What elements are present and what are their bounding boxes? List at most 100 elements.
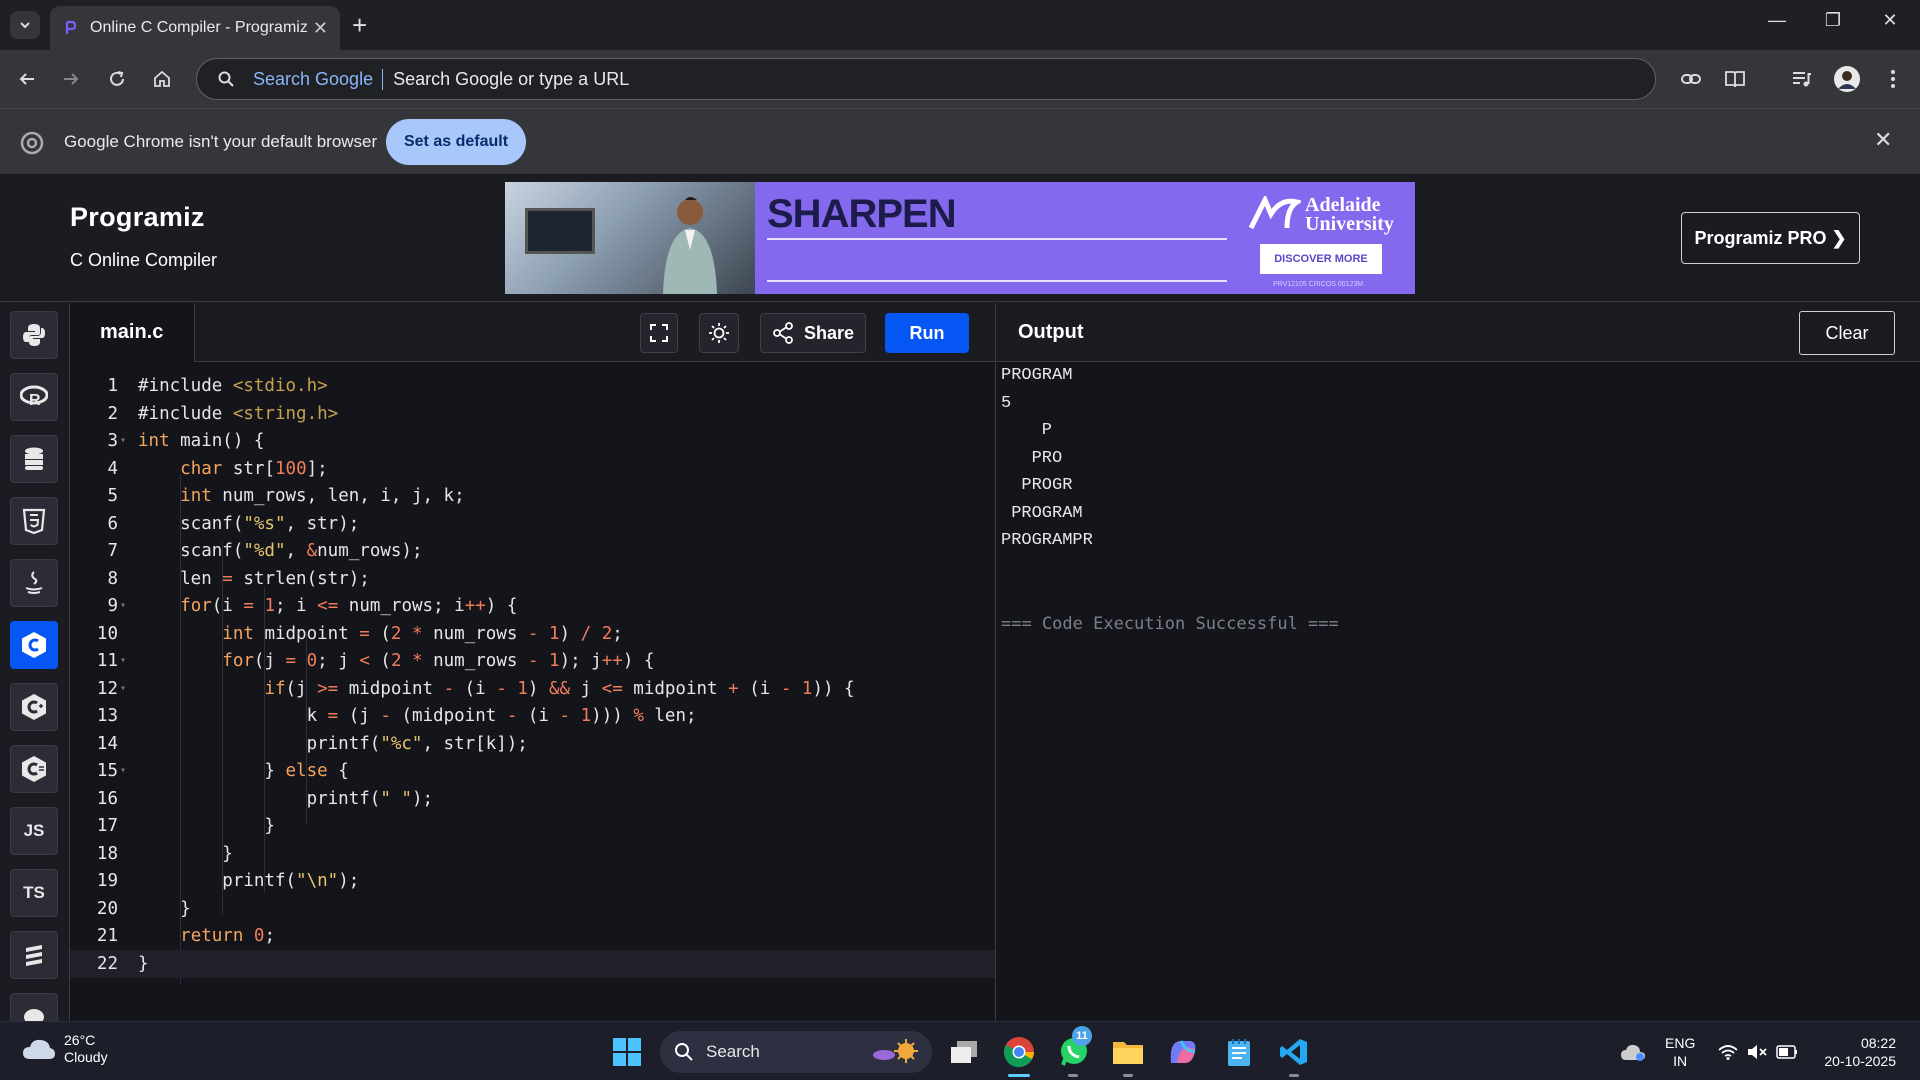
code-line[interactable]: 6 scanf("%s", str); [70,510,995,538]
share-button[interactable]: Share [760,313,866,353]
taskbar-vscode[interactable] [1274,1032,1314,1072]
line-number: 9 [107,596,118,616]
forward-button[interactable] [56,64,86,94]
lang-php-button[interactable] [10,993,58,1021]
programiz-pro-button[interactable]: Programiz PRO ❯ [1681,212,1860,264]
output-header: Output Clear [995,303,1920,362]
reload-icon [110,71,124,86]
address-placeholder: Search Google or type a URL [393,68,630,89]
lang-sql-button[interactable] [10,435,58,483]
code-line[interactable]: 16 printf(" "); [70,785,995,813]
code-line[interactable]: 1 #include <stdio.h> [70,372,995,400]
lang-csharp-button[interactable] [10,745,58,793]
code-line[interactable]: 7 scanf("%d", &num_rows); [70,537,995,565]
task-view-button[interactable] [944,1032,984,1072]
minimize-button[interactable]: — [1757,10,1797,31]
taskbar-file-explorer[interactable] [1108,1032,1148,1072]
taskbar-chrome[interactable] [999,1032,1039,1072]
lang-go-button[interactable] [10,931,58,979]
taskbar-notepad[interactable] [1219,1032,1259,1072]
infobar-close-icon[interactable]: ✕ [1874,127,1892,153]
output-line: PRO [1001,449,1063,468]
clear-button[interactable]: Clear [1799,311,1895,355]
code-line[interactable]: 22} [70,949,995,978]
fold-arrow-icon[interactable]: ▾ [120,647,126,675]
tab-close-icon[interactable]: ✕ [313,18,328,39]
profile-avatar[interactable] [1832,64,1862,94]
file-tab-main-c[interactable]: main.c [70,303,195,362]
onedrive-tray[interactable] [1613,1032,1653,1072]
code-line[interactable]: 5 int num_rows, len, i, j, k; [70,482,995,510]
ad-monitor-graphic [525,208,595,254]
clock[interactable]: 08:22 20-10-2025 [1816,1034,1896,1070]
code-line[interactable]: 17 } [70,812,995,840]
share-link-button[interactable] [1676,64,1706,94]
volume-muted-icon [1748,1045,1767,1059]
back-button[interactable] [12,64,42,94]
address-bar[interactable]: Search Google Search Google or type a UR… [196,58,1656,100]
run-button[interactable]: Run [885,313,969,353]
fullscreen-button[interactable] [640,313,678,353]
code-line[interactable]: 15 ▾ } else { [70,757,995,785]
code-text: int num_rows, len, i, j, k; [180,486,465,506]
fold-arrow-icon[interactable]: ▾ [120,592,126,620]
lang-typescript-button[interactable]: TS [10,869,58,917]
share-label: Share [803,322,855,343]
tab-search-button[interactable] [10,11,40,39]
code-line[interactable]: 10 int midpoint = (2 * num_rows - 1) / 2… [70,620,995,648]
output-panel: PROGRAM 5 P PRO PROGR PROGRAM PROGRAMPR … [995,362,1920,1021]
code-line[interactable]: 14 printf("%c", str[k]); [70,730,995,758]
taskbar-search[interactable]: Search [660,1031,932,1073]
reload-button[interactable] [102,64,132,94]
search-engine-chip[interactable]: Search Google [253,68,384,90]
input-language[interactable]: ENG IN [1665,1034,1695,1070]
taskbar-copilot[interactable] [1163,1032,1203,1072]
browser-tab-active[interactable]: Online C Compiler - Programiz ✕ [50,6,340,50]
new-tab-button[interactable]: + [352,10,367,40]
code-editor[interactable]: 1 #include <stdio.h> 2 #include <string.h> 3… [70,362,995,1021]
start-button[interactable] [607,1032,647,1072]
code-line[interactable]: 2 #include <string.h> [70,400,995,428]
lang-python-button[interactable] [10,311,58,359]
chevron-down-icon [20,22,30,29]
fold-arrow-icon[interactable]: ▾ [120,757,126,785]
code-line[interactable]: 11 ▾ for(j = 0; j < (2 * num_rows - 1); j… [70,647,995,675]
code-line[interactable]: 19 printf("\n"); [70,867,995,895]
chrome-menu-button[interactable] [1878,64,1908,94]
lang-cpp-button[interactable] [10,683,58,731]
code-line[interactable]: 13 k = (j - (midpoint - (i - 1))) % len; [70,702,995,730]
svg-text:R: R [29,392,41,409]
code-line[interactable]: 9 ▾ for(i = 1; i <= num_rows; i++) { [70,592,995,620]
code-line[interactable]: 12 ▾ if(j >= midpoint - (i - 1) && j <= m… [70,675,995,703]
close-window-button[interactable]: ✕ [1870,10,1910,31]
lang-html-button[interactable] [10,497,58,545]
restore-button[interactable]: ❐ [1813,10,1853,31]
lang-java-button[interactable] [10,559,58,607]
lang-c-button[interactable] [10,621,58,669]
theme-toggle-button[interactable] [699,313,739,353]
battery-tray[interactable] [1767,1032,1807,1072]
media-control-button[interactable] [1786,64,1816,94]
folder-icon [1113,1042,1143,1064]
lang-r-button[interactable]: R [10,373,58,421]
advertisement-banner[interactable]: SHARPEN Adelaide University DISCOVER MORE… [505,182,1415,294]
code-line[interactable]: 3 ▾ int main() { [70,427,995,455]
code-line[interactable]: 18 } [70,840,995,868]
programiz-logo[interactable]: Programiz [70,202,205,233]
home-button[interactable] [147,64,177,94]
book-icon [1725,71,1745,88]
fold-arrow-icon[interactable]: ▾ [120,675,126,703]
line-number: 8 [107,568,118,589]
reading-mode-button[interactable] [1720,64,1750,94]
code-line[interactable]: 8 len = strlen(str); [70,565,995,593]
weather-widget[interactable]: 26°C Cloudy [22,1032,108,1066]
set-as-default-button[interactable]: Set as default [386,119,526,165]
programiz-favicon-icon [65,20,77,34]
lang-javascript-button[interactable]: JS [10,807,58,855]
code-line[interactable]: 20 } [70,895,995,923]
code-line[interactable]: 21 return 0; [70,922,995,950]
fold-arrow-icon[interactable]: ▾ [120,427,126,455]
code-line[interactable]: 4 char str[100]; [70,455,995,483]
ad-discover-button[interactable]: DISCOVER MORE [1260,244,1382,274]
java-icon [25,571,43,594]
